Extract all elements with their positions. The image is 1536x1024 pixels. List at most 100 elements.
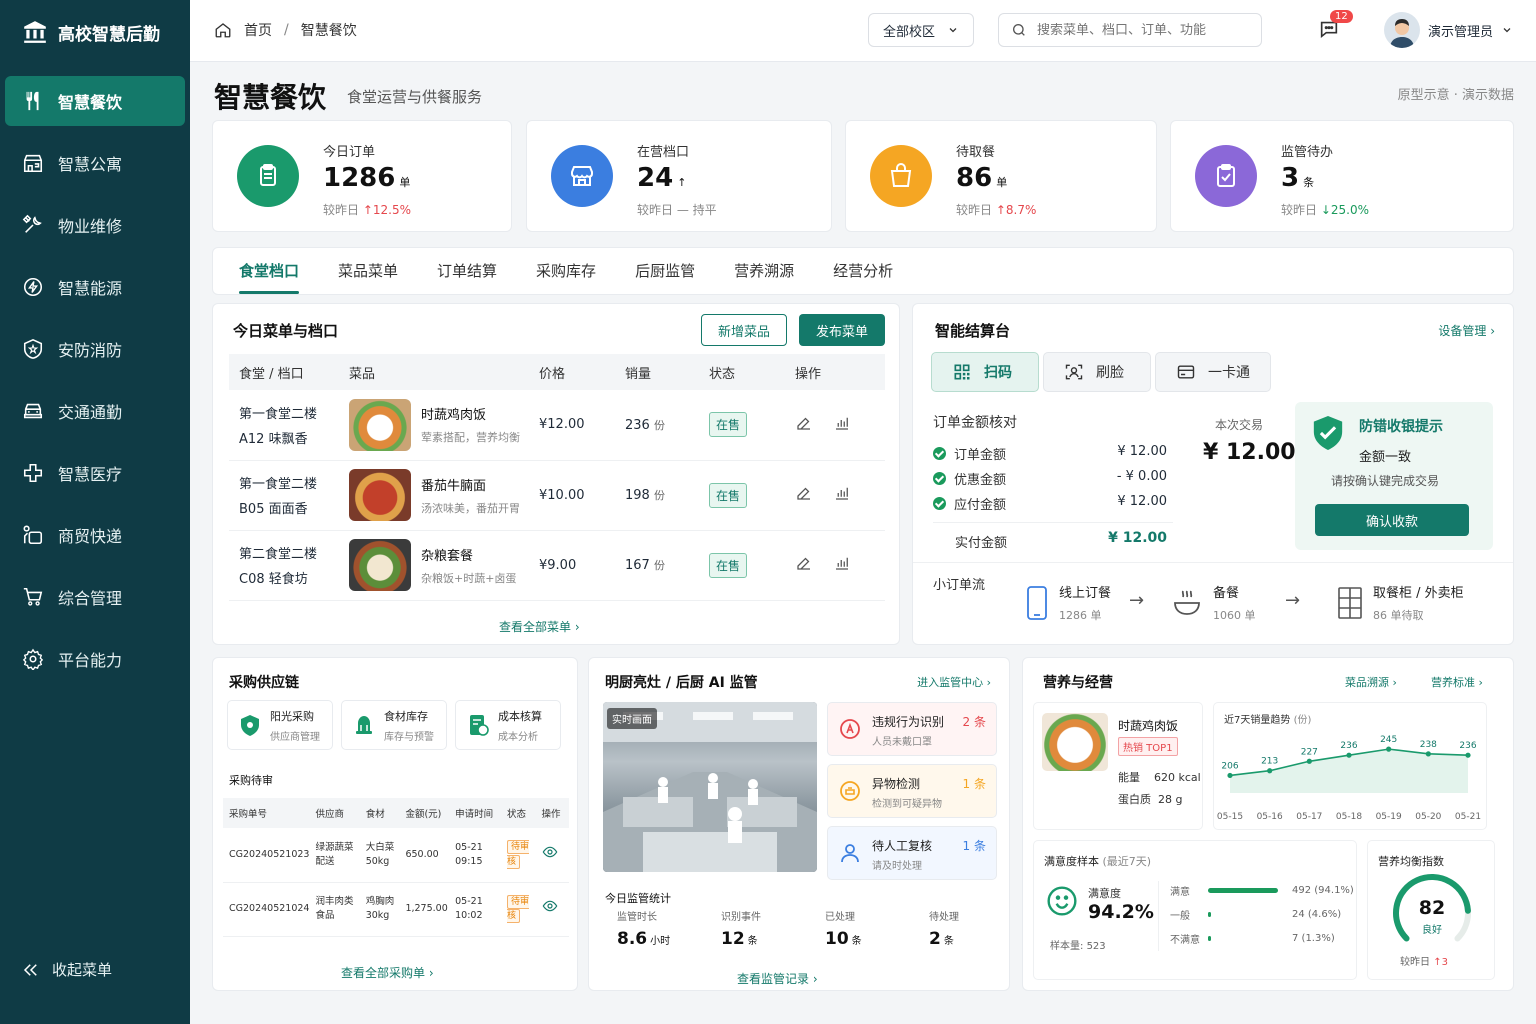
trend-point[interactable] [1425,751,1431,757]
monitor-alert-0[interactable]: 违规行为识别 人员未戴口罩 2 条 [827,702,997,756]
tab-2[interactable]: 订单结算 [437,248,497,294]
topbar: 首页 / 智慧餐饮 全部校区 12 演示管理员 [190,0,1536,62]
tile-ingredient-stock[interactable]: 食材库存 库存与预警 [341,700,447,750]
sidebar-item-0[interactable]: 智慧餐饮 [5,76,185,126]
tab-3[interactable]: 采购库存 [536,248,596,294]
edit-icon[interactable] [795,484,813,502]
home-icon[interactable] [214,21,232,39]
stat-card-open-stalls[interactable]: 在营档口 24 ↑ 较昨日 — 持平 [526,120,832,232]
trend-data-label: 227 [1301,747,1318,757]
utensils-icon [26,91,39,111]
confirm-payment-button[interactable]: 确认收款 [1315,504,1469,536]
sidebar-item-7[interactable]: 商贸快递 [5,510,185,560]
sidebar-item-3[interactable]: 智慧能源 [5,262,185,312]
sidebar-item-label: 平台能力 [58,651,123,670]
message-button[interactable]: 12 [1318,10,1353,42]
bar-chart-icon[interactable] [833,554,851,572]
pay-check-label: 订单金额 [954,448,1007,463]
view-all-menu-link[interactable]: 查看全部菜单 › [499,618,580,635]
flow-pickup-label: 取餐柜 / 外卖柜 [1373,586,1464,601]
menu-col-header: 状态 [699,354,785,390]
view-monitor-record-link[interactable]: 查看监管记录 › [737,970,818,987]
stat-icon [890,163,912,187]
stat-card-today-orders[interactable]: 今日订单 1286 单较昨日 ↑12.5% [212,120,512,232]
tile-sunshine-procurement[interactable]: 阳光采购 供应商管理 [227,700,333,750]
trend-x-tick: 05-21 [1455,812,1481,822]
tab-5[interactable]: 营养溯源 [734,248,794,294]
sidebar-item-1[interactable]: 智慧公寓 [5,138,185,188]
purchase-status-cell: 待审核 [501,828,536,883]
tab-1[interactable]: 菜品菜单 [338,248,398,294]
sidebar-item-8[interactable]: 综合管理 [5,572,185,622]
stat-card-supervision-todo[interactable]: 监管待办 3 条较昨日 ↓25.0% [1170,120,1514,232]
collapse-menu-button[interactable]: 收起菜单 [22,959,112,980]
trend-point[interactable] [1386,746,1392,752]
bar-chart-icon[interactable] [833,414,851,432]
stat-card-pending-pickup[interactable]: 待取餐 86 单较昨日 ↑8.7% [845,120,1157,232]
pay-method-qr[interactable]: 扫码 [931,352,1039,392]
card-icon [1177,365,1195,379]
breadcrumb-current: 智慧餐饮 [300,23,357,39]
monitor-center-link[interactable]: 进入监管中心 › [917,674,991,690]
campus-select[interactable]: 全部校区 [868,13,974,47]
tile-cost-accounting[interactable]: 成本核算 成本分析 [455,700,561,750]
flow-online-order-label: 线上订餐 [1059,586,1112,601]
eye-icon[interactable] [542,844,558,860]
trend-point[interactable] [1306,758,1312,764]
edit-icon[interactable] [795,554,813,572]
chevron-right-icon: › [986,676,991,689]
monitor-alert-1[interactable]: 异物检测 检测到可疑异物 1 条 [827,764,997,818]
sidebar-item-5[interactable]: 交通通勤 [5,386,185,436]
monitor-center-label: 进入监管中心 [917,676,984,689]
trend-down-icon: ↓ [1320,203,1331,217]
edit-icon[interactable] [795,414,813,432]
eye-icon[interactable] [542,898,558,914]
stat-compare: 较昨日 ↑8.7% [956,201,1036,218]
flow-online-order-count: 1286 单 [1059,609,1102,622]
pay-method-face[interactable]: 刷脸 [1043,352,1151,392]
sidebar-item-9[interactable]: 平台能力 [5,634,185,684]
device-manage-link[interactable]: 设备管理 › [1438,322,1495,339]
stat-label: 待取餐 [956,145,996,160]
user-menu[interactable]: 演示管理员 [1384,12,1513,48]
bar-chart-icon[interactable] [833,484,851,502]
tile-title: 成本核算 [498,709,542,723]
view-all-purchase-label: 查看全部采购单 [341,966,426,980]
tab-6[interactable]: 经营分析 [833,248,893,294]
dish-image [349,469,411,521]
view-all-purchase-link[interactable]: 查看全部采购单 › [341,964,434,981]
sidebar-item-2[interactable]: 物业维修 [5,200,185,250]
sales-cell: 198 份 [615,460,699,531]
flow-online-order: 线上订餐 1286 单 [1025,582,1111,623]
dish-cell: 杂粮套餐 杂粮饭+时蔬+卤蛋 [339,530,529,601]
alert-title: 待人工复核 [872,839,933,853]
index-compare-value: 3 [1441,957,1448,968]
menu-col-header: 销量 [615,354,699,390]
sidebar-item-6[interactable]: 智慧医疗 [5,448,185,498]
trend-point[interactable] [1267,768,1273,774]
sales-unit: 份 [653,418,665,432]
purchase-col-header: 操作 [535,798,569,828]
tab-4[interactable]: 后厨监管 [635,248,695,294]
sidebar-item-4[interactable]: 安防消防 [5,324,185,374]
trend-point[interactable] [1346,752,1352,758]
trend-point[interactable] [1465,752,1471,758]
purchase-cell-no: CG20240521023 [223,828,310,883]
dish-trace-link[interactable]: 菜品溯源 › [1345,674,1397,690]
nutrition-standard-link[interactable]: 营养标准 › [1431,674,1483,690]
publish-menu-button[interactable]: 发布菜单 [799,314,885,346]
trend-point[interactable] [1227,772,1233,779]
live-camera-view[interactable]: 实时画面 [603,702,817,872]
search-input[interactable] [1037,22,1237,38]
monitor-alert-2[interactable]: 待人工复核 请及时处理 1 条 [827,826,997,880]
index-value: 82 [1418,897,1446,919]
trend-x-tick: 05-17 [1296,812,1322,822]
breadcrumb-home[interactable]: 首页 [244,20,272,40]
add-dish-button[interactable]: 新增菜品 [701,314,787,346]
tile-desc: 供应商管理 [270,731,320,743]
sales-value: 236 [625,417,650,433]
dish-image [1042,713,1108,771]
pay-method-card[interactable]: 一卡通 [1155,352,1271,392]
monitor-stat-value: 10 [825,929,849,949]
tab-0[interactable]: 食堂档口 [239,248,300,294]
